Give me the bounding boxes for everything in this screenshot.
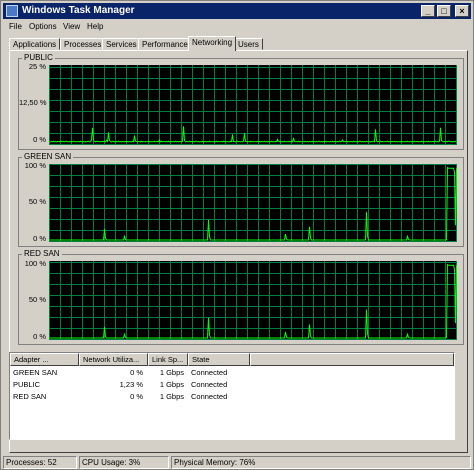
- menu-options[interactable]: Options: [29, 21, 57, 32]
- graph-svg: [49, 65, 457, 145]
- y-tick-label: 100 %: [24, 161, 46, 170]
- column-utilization[interactable]: Network Utiliza...: [79, 353, 148, 366]
- graph-public: PUBLIC 25 % 12,50 % 0 %: [18, 53, 464, 150]
- y-tick-label: 12,50 %: [19, 98, 47, 107]
- column-adapter[interactable]: Adapter ...: [10, 353, 79, 366]
- tab-users[interactable]: Users: [234, 38, 263, 50]
- menu-help[interactable]: Help: [87, 21, 103, 32]
- adapter-utilization: 0 %: [130, 368, 143, 377]
- y-tick-label: 25 %: [28, 62, 46, 71]
- y-tick-label: 0 %: [33, 135, 46, 144]
- window-title: Windows Task Manager: [22, 5, 135, 16]
- adapter-speed: 1 Gbps: [159, 392, 184, 401]
- y-tick-label: 0 %: [33, 234, 46, 243]
- menu-bar: File Options View Help: [3, 19, 471, 34]
- adapter-state: Connected: [191, 392, 228, 401]
- maximize-icon[interactable]: □: [437, 5, 451, 17]
- title-bar[interactable]: Windows Task Manager _ □ ×: [3, 3, 471, 19]
- status-processes: Processes: 52: [3, 456, 77, 469]
- column-state[interactable]: State: [188, 353, 250, 366]
- status-bar: Processes: 52 CPU Usage: 3% Physical Mem…: [3, 456, 471, 469]
- utilization-line: [49, 166, 457, 241]
- utilization-line: [49, 263, 457, 339]
- table-row[interactable]: GREEN SAN 0 % 1 Gbps Connected: [10, 367, 454, 379]
- adapter-state: Connected: [191, 380, 228, 389]
- graph-green-san: GREEN SAN 100 % 50 % 0 %: [18, 152, 464, 247]
- minimize-icon[interactable]: _: [421, 5, 435, 17]
- adapter-utilization: 0 %: [130, 392, 143, 401]
- y-tick-label: 50 %: [28, 197, 46, 206]
- graph-svg: [49, 164, 457, 242]
- adapter-speed: 1 Gbps: [159, 368, 184, 377]
- network-graph: [49, 164, 457, 242]
- graph-red-san: RED SAN 100 % 50 % 0 %: [18, 249, 464, 345]
- adapter-name: PUBLIC: [13, 380, 41, 389]
- graph-title: RED SAN: [22, 249, 62, 259]
- list-header: Adapter ... Network Utiliza... Link Sp..…: [10, 353, 454, 366]
- tab-applications[interactable]: Applications: [9, 38, 61, 50]
- menu-view[interactable]: View: [63, 21, 80, 32]
- tab-performance[interactable]: Performance: [138, 38, 192, 50]
- task-manager-window: Windows Task Manager _ □ × File Options …: [0, 0, 474, 470]
- tab-networking[interactable]: Networking: [188, 36, 237, 51]
- y-tick-label: 50 %: [28, 295, 46, 304]
- table-row[interactable]: RED SAN 0 % 1 Gbps Connected: [10, 391, 454, 403]
- tab-strip: Applications Processes Services Performa…: [9, 36, 469, 51]
- y-tick-label: 100 %: [24, 259, 46, 268]
- column-link-speed[interactable]: Link Sp...: [148, 353, 188, 366]
- task-manager-icon: [6, 5, 18, 17]
- status-cpu: CPU Usage: 3%: [79, 456, 169, 469]
- graph-svg: [49, 261, 457, 340]
- adapter-state: Connected: [191, 368, 228, 377]
- y-tick-label: 0 %: [33, 332, 46, 341]
- table-row[interactable]: PUBLIC 1,23 % 1 Gbps Connected: [10, 379, 454, 391]
- utilization-line: [49, 126, 457, 143]
- adapter-list[interactable]: Adapter ... Network Utiliza... Link Sp..…: [9, 352, 455, 440]
- close-icon[interactable]: ×: [455, 5, 469, 17]
- tab-processes[interactable]: Processes: [60, 38, 106, 50]
- adapter-speed: 1 Gbps: [159, 380, 184, 389]
- status-memory: Physical Memory: 76%: [171, 456, 471, 469]
- column-filler: [250, 353, 454, 366]
- network-graph: [49, 65, 457, 145]
- adapter-name: GREEN SAN: [13, 368, 58, 377]
- adapter-name: RED SAN: [13, 392, 47, 401]
- menu-file[interactable]: File: [9, 21, 22, 32]
- network-graph: [49, 261, 457, 340]
- adapter-utilization: 1,23 %: [119, 380, 143, 389]
- tab-services[interactable]: Services: [102, 38, 141, 50]
